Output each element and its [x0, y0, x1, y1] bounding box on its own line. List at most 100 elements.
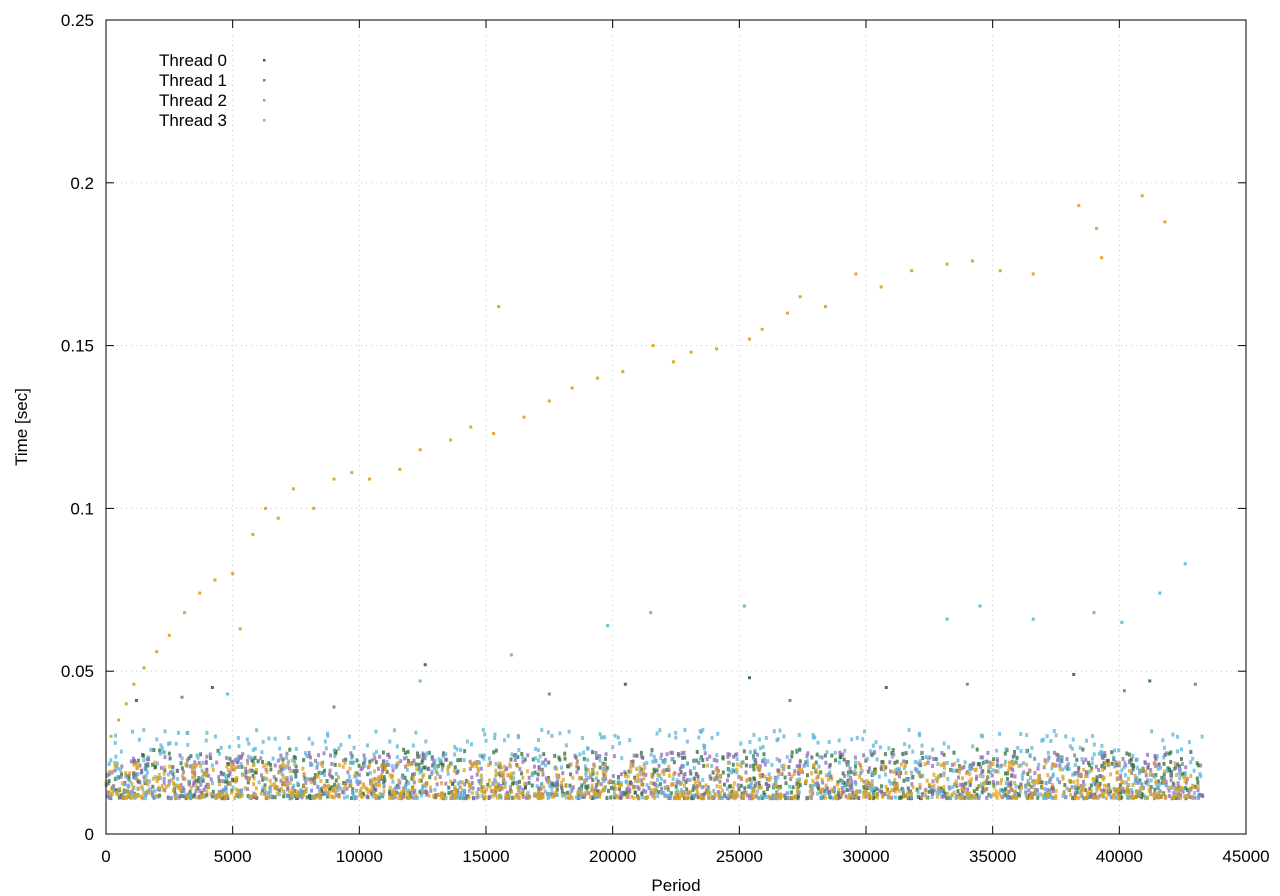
- data-point: [501, 770, 505, 775]
- data-point: [952, 750, 956, 755]
- data-point: [678, 790, 682, 795]
- data-point: [1145, 795, 1149, 800]
- data-point: [868, 749, 872, 754]
- data-point: [483, 794, 487, 799]
- data-point: [1041, 737, 1045, 742]
- data-point: [708, 754, 712, 759]
- outlier-point: [547, 692, 551, 696]
- data-point: [194, 784, 198, 789]
- data-point: [671, 750, 675, 755]
- data-point: [323, 739, 327, 744]
- data-point: [470, 742, 474, 747]
- data-point: [453, 765, 457, 770]
- data-point: [818, 754, 822, 759]
- data-point: [513, 795, 517, 800]
- data-point: [897, 795, 901, 800]
- data-point: [1143, 761, 1147, 766]
- data-point: [727, 773, 731, 778]
- data-point: [1169, 773, 1173, 778]
- data-point: [806, 751, 810, 756]
- data-point: [217, 792, 221, 797]
- data-point: [644, 772, 648, 777]
- data-point: [953, 761, 957, 766]
- data-point: [942, 741, 946, 746]
- data-point: [1120, 768, 1124, 773]
- data-point: [492, 750, 496, 755]
- data-point: [109, 758, 113, 763]
- data-point: [181, 769, 185, 774]
- data-point: [754, 781, 758, 786]
- data-point: [173, 795, 177, 800]
- data-point: [383, 763, 387, 768]
- data-point: [1045, 734, 1049, 739]
- data-point: [702, 743, 706, 748]
- data-point: [521, 755, 525, 760]
- outlier-point: [418, 679, 422, 683]
- data-point: [371, 794, 375, 799]
- data-point: [267, 736, 271, 741]
- data-point: [683, 772, 687, 777]
- data-point: [716, 731, 720, 736]
- data-point: [843, 748, 847, 753]
- outlier-point: [1148, 679, 1152, 683]
- data-point: [682, 777, 686, 782]
- data-point: [802, 763, 806, 768]
- data-point: [1067, 778, 1071, 783]
- data-point: [1037, 773, 1041, 778]
- data-point: [748, 764, 752, 769]
- data-point: [488, 784, 492, 789]
- data-point: [444, 752, 448, 757]
- data-point: [1131, 763, 1135, 768]
- data-point: [742, 749, 746, 754]
- data-point: [335, 784, 339, 789]
- data-point: [840, 778, 844, 783]
- data-point: [580, 736, 584, 741]
- data-point: [1154, 793, 1158, 798]
- data-point: [731, 785, 735, 790]
- data-point: [521, 759, 525, 764]
- data-point: [680, 794, 684, 799]
- data-point: [210, 781, 214, 786]
- data-point: [228, 744, 232, 749]
- data-point: [728, 791, 732, 796]
- data-point: [247, 741, 251, 746]
- data-point: [663, 760, 667, 765]
- data-point: [1074, 795, 1078, 800]
- data-point: [720, 788, 724, 793]
- data-point: [1104, 796, 1108, 801]
- data-point: [974, 794, 978, 799]
- data-point: [671, 782, 675, 787]
- data-point: [233, 765, 237, 770]
- data-point: [317, 753, 321, 758]
- data-point: [1097, 751, 1101, 756]
- data-point: [273, 763, 277, 768]
- data-point: [388, 773, 392, 778]
- data-point: [251, 763, 255, 768]
- data-point: [1138, 771, 1142, 776]
- data-point: [722, 782, 726, 787]
- data-point: [135, 762, 139, 767]
- data-point: [145, 770, 149, 775]
- data-point: [967, 779, 971, 784]
- data-point: [1025, 733, 1029, 738]
- data-point: [614, 786, 618, 791]
- data-point: [355, 788, 359, 793]
- data-point: [378, 791, 382, 796]
- x-tick-label: 20000: [589, 847, 636, 866]
- data-point: [313, 781, 317, 786]
- data-point: [716, 770, 720, 775]
- data-point: [238, 794, 242, 799]
- data-point: [931, 763, 935, 768]
- data-point: [126, 783, 130, 788]
- data-point: [735, 752, 739, 757]
- data-point: [1051, 789, 1055, 794]
- data-point: [1058, 763, 1062, 768]
- outlier-point: [1193, 682, 1197, 686]
- data-point: [744, 770, 748, 775]
- data-point: [1104, 761, 1108, 766]
- data-point: [301, 758, 305, 763]
- data-point: [123, 796, 127, 801]
- data-point: [374, 795, 378, 800]
- data-point: [1064, 765, 1068, 770]
- data-point: [1118, 783, 1122, 788]
